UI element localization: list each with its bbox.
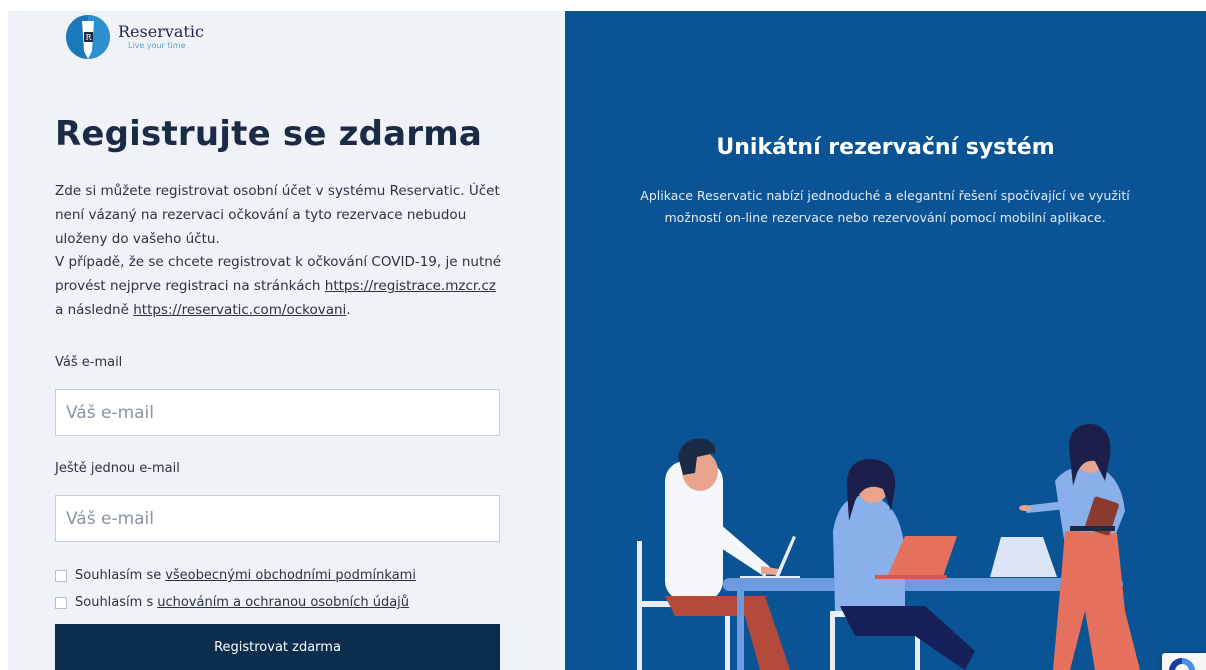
mzcr-registration-link[interactable]: https://registrace.mzcr.cz bbox=[325, 278, 496, 294]
terms-consent-row: Souhlasím se všeobecnými obchodními podm… bbox=[55, 568, 416, 583]
email-repeat-label: Ještě jednou e-mail bbox=[55, 461, 180, 476]
logo-tagline: Live your time bbox=[128, 41, 186, 50]
registration-intro: Zde si můžete registrovat osobní účet v … bbox=[55, 180, 505, 323]
page-title: Registrujte se zdarma bbox=[55, 114, 483, 154]
team-illustration bbox=[637, 423, 1140, 670]
email-label: Váš e-mail bbox=[55, 355, 123, 370]
privacy-checkbox[interactable] bbox=[55, 596, 67, 609]
recaptcha-icon bbox=[1169, 658, 1195, 670]
intro-paragraph-2: V případě, že se chcete registrovat k oč… bbox=[55, 251, 505, 322]
email-field[interactable] bbox=[55, 389, 500, 436]
intro-paragraph-1: Zde si můžete registrovat osobní účet v … bbox=[55, 183, 500, 247]
logo-mark-icon: R bbox=[66, 15, 110, 59]
intro-text-end: . bbox=[346, 301, 351, 318]
intro-text-middle: a následně bbox=[55, 301, 129, 318]
laptop-right bbox=[990, 537, 1057, 577]
logo-text: Reservatic Live your time bbox=[118, 24, 204, 50]
recaptcha-badge[interactable] bbox=[1162, 653, 1206, 670]
email-repeat-field[interactable] bbox=[55, 495, 500, 542]
vaccination-link[interactable]: https://reservatic.com/ockovani bbox=[133, 302, 346, 318]
privacy-link[interactable]: uchováním a ochranou osobních údajů bbox=[157, 595, 409, 610]
register-button[interactable]: Registrovat zdarma bbox=[55, 624, 500, 670]
terms-checkbox[interactable] bbox=[55, 569, 67, 582]
terms-consent-text: Souhlasím se bbox=[75, 568, 162, 583]
logo-mark-letter: R bbox=[85, 33, 92, 42]
promo-panel: Unikátní rezervační systém Aplikace Rese… bbox=[565, 11, 1206, 670]
privacy-consent-text: Souhlasím s bbox=[75, 595, 154, 610]
logo-name: Reservatic bbox=[118, 22, 204, 41]
logo[interactable]: R Reservatic Live your time bbox=[66, 15, 204, 59]
terms-link[interactable]: všeobecnými obchodními podmínkami bbox=[165, 568, 416, 583]
privacy-consent-row: Souhlasím s uchováním a ochranou osobníc… bbox=[55, 595, 409, 610]
